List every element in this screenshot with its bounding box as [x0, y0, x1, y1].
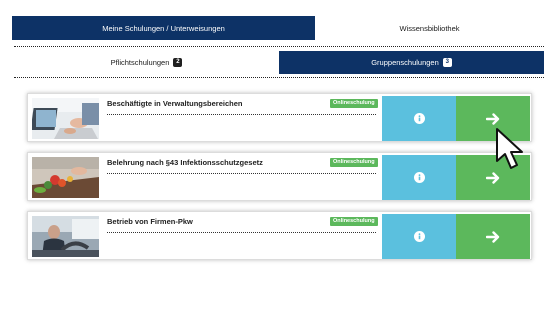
- office-laptop-photo: [32, 98, 99, 139]
- info-icon: [413, 113, 425, 124]
- info-button[interactable]: [382, 155, 456, 200]
- mouse-pointer-icon: [496, 128, 523, 169]
- start-course-button[interactable]: [456, 214, 530, 259]
- arrow-right-icon: [486, 112, 500, 125]
- divider: [107, 114, 376, 115]
- course-card: Beschäftigte in Verwaltungsbereichen Onl…: [27, 93, 532, 142]
- car-driver-photo: [32, 216, 99, 257]
- course-title: Belehrung nach §43 Infektionsschutzgeset…: [107, 158, 263, 167]
- divider: [107, 173, 376, 174]
- main-tabs: Meine Schulungen / Unterweisungen Wissen…: [12, 16, 544, 40]
- tab-label: Pflichtschulungen: [110, 58, 170, 67]
- divider: [14, 46, 544, 47]
- count-badge: 3: [442, 58, 452, 67]
- arrow-right-icon: [486, 171, 500, 184]
- tab-meine-schulungen[interactable]: Meine Schulungen / Unterweisungen: [12, 16, 315, 40]
- tab-label: Gruppenschulungen: [371, 58, 439, 67]
- online-badge: Onlineschulung: [330, 158, 378, 167]
- sub-tabs: Pflichtschulungen 2 Gruppenschulungen 3: [14, 51, 544, 74]
- divider: [14, 77, 544, 78]
- tab-pflichtschulungen[interactable]: Pflichtschulungen 2: [14, 51, 279, 74]
- tab-gruppenschulungen[interactable]: Gruppenschulungen 3: [279, 51, 544, 74]
- course-card: Betrieb von Firmen-Pkw Onlineschulung: [27, 211, 532, 260]
- course-title: Beschäftigte in Verwaltungsbereichen: [107, 99, 243, 108]
- count-badge: 2: [173, 58, 183, 67]
- info-button[interactable]: [382, 96, 456, 141]
- course-card: Belehrung nach §43 Infektionsschutzgeset…: [27, 152, 532, 201]
- info-icon: [413, 172, 425, 183]
- info-button[interactable]: [382, 214, 456, 259]
- arrow-right-icon: [486, 230, 500, 243]
- info-icon: [413, 231, 425, 242]
- divider: [107, 232, 376, 233]
- course-title: Betrieb von Firmen-Pkw: [107, 217, 193, 226]
- online-badge: Onlineschulung: [330, 217, 378, 226]
- tab-wissensbibliothek[interactable]: Wissensbibliothek: [315, 16, 544, 40]
- online-badge: Onlineschulung: [330, 99, 378, 108]
- kitchen-vegetables-photo: [32, 157, 99, 198]
